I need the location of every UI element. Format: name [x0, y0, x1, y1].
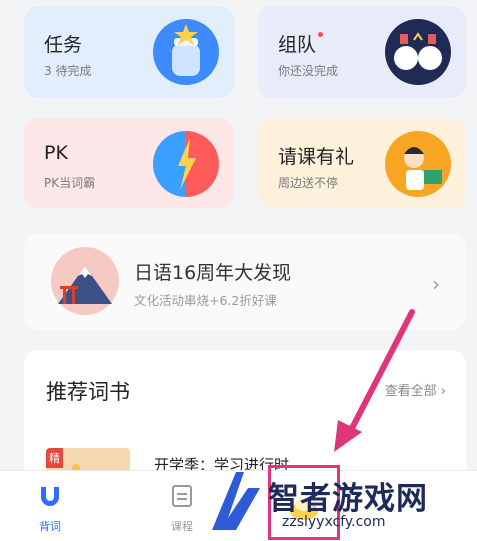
- invite-subtitle: 周边送不停: [278, 176, 339, 190]
- team-title: 组队: [278, 30, 324, 57]
- task-card[interactable]: 任务 3 待完成: [24, 6, 234, 98]
- notification-dot: [318, 32, 324, 37]
- invite-person-icon: [385, 131, 451, 197]
- pk-subtitle: PK当词霸: [44, 176, 96, 190]
- task-title: 任务: [44, 34, 83, 56]
- invite-card[interactable]: 请课有礼 周边送不停: [258, 118, 466, 208]
- mount-fuji-icon: [51, 247, 119, 315]
- tab-courses[interactable]: 课程: [152, 483, 212, 534]
- watermark-name: 智者游戏网: [268, 481, 428, 517]
- featured-badge: 精: [46, 448, 63, 468]
- banner-subtitle: 文化活动串烧+6.2折好课: [134, 293, 277, 308]
- pk-battle-icon: [153, 131, 219, 197]
- task-jar-icon: [153, 19, 219, 85]
- section-title: 推荐词书: [46, 380, 130, 404]
- words-tab-icon: [41, 487, 59, 506]
- pk-card[interactable]: PK PK当词霸: [24, 118, 234, 208]
- team-people-icon: [385, 19, 451, 85]
- banner-title: 日语16周年大发现: [134, 262, 292, 284]
- tab-words[interactable]: 背词: [20, 483, 80, 534]
- chevron-right-icon: ›: [432, 272, 440, 296]
- tab-words-label: 背词: [39, 520, 61, 533]
- watermark-url: zzslyyxcfy.com: [282, 514, 386, 530]
- watermark-logo-icon: [212, 472, 260, 530]
- view-all-link[interactable]: 查看全部 ›: [385, 380, 446, 399]
- anniversary-banner[interactable]: 日语16周年大发现 文化活动串烧+6.2折好课 ›: [24, 234, 466, 330]
- pk-title: PK: [44, 142, 68, 164]
- courses-tab-icon: [172, 485, 192, 507]
- team-card[interactable]: 组队 你还没完成: [258, 6, 466, 98]
- task-subtitle: 3 待完成: [44, 64, 92, 78]
- team-subtitle: 你还没完成: [278, 64, 339, 78]
- invite-title: 请课有礼: [278, 146, 355, 168]
- tab-courses-label: 课程: [171, 520, 193, 533]
